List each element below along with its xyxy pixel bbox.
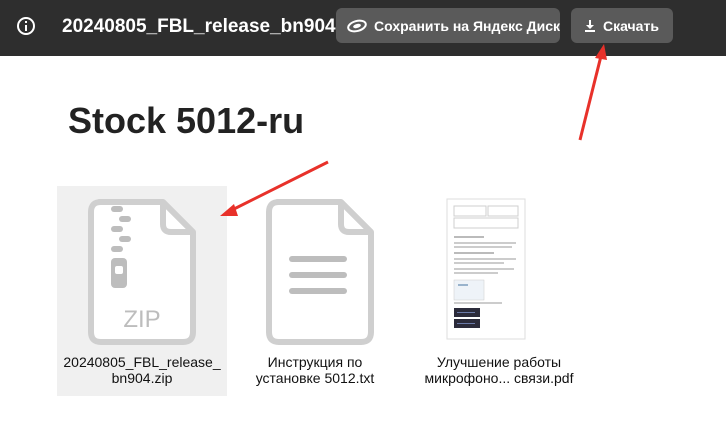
zip-badge: ZIP (123, 306, 161, 333)
info-icon[interactable] (16, 16, 36, 36)
file-label: 20240805_FBL_release_ bn904.zip (63, 354, 221, 386)
file-item-zip[interactable]: ZIP 20240805_FBL_release_ bn904.zip (57, 186, 227, 396)
download-button-label: Скачать (603, 17, 659, 34)
disk-icon (347, 19, 367, 32)
arrow-to-download (578, 55, 603, 141)
file-label: Инструкция по установке 5012.txt (255, 354, 375, 386)
text-file-icon (266, 199, 374, 345)
file-item-txt[interactable]: Инструкция по установке 5012.txt (230, 186, 400, 396)
file-item-pdf[interactable]: Улучшение работы микрофоно... связи.pdf (414, 186, 584, 396)
download-icon (585, 19, 595, 32)
save-button-label: Сохранить на Яндекс Диск (374, 17, 561, 34)
save-to-disk-button[interactable]: Сохранить на Яндекс Диск (336, 8, 560, 43)
top-bar: 20240805_FBL_release_bn904... Сохранить … (0, 0, 726, 56)
pdf-thumbnail (446, 198, 526, 340)
file-label: Улучшение работы микрофоно... связи.pdf (424, 354, 574, 386)
file-title: 20240805_FBL_release_bn904... (62, 16, 352, 37)
folder-title: Stock 5012-ru (68, 100, 305, 141)
download-button[interactable]: Скачать (571, 8, 673, 43)
